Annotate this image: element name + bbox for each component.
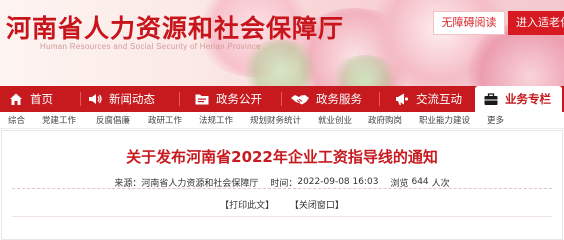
nav-label: 政务公开: [216, 92, 262, 106]
subnav-item-more[interactable]: 更多: [487, 114, 511, 126]
source-value: 河南省人力资源和社会保障厅: [141, 178, 259, 189]
subnav-item-planning-finance[interactable]: 规划财务统计: [250, 114, 318, 126]
briefcase-icon: [483, 91, 499, 107]
views-label: 浏览: [390, 178, 409, 189]
views-unit: 人次: [431, 178, 450, 189]
print-button[interactable]: 【打印此文】: [220, 201, 274, 211]
source-label: 来源：: [114, 178, 142, 189]
nav-item-services[interactable]: 政务服务: [282, 86, 379, 112]
handshake-icon: [290, 91, 310, 107]
speaker-icon: [87, 91, 103, 107]
accessibility-button[interactable]: 无障碍阅读: [433, 11, 505, 35]
site-title[interactable]: 河南省人力资源和社会保障厅: [6, 9, 344, 45]
nav-label: 政务服务: [316, 92, 362, 106]
site-subtitle: Human Resources and Social Security of H…: [40, 42, 261, 51]
nav-item-interaction[interactable]: 交流互动: [380, 86, 475, 112]
close-window-button[interactable]: 【关闭窗口】: [290, 201, 344, 211]
home-icon: [8, 91, 24, 107]
subnav-item-employment[interactable]: 就业创业: [318, 114, 368, 126]
nav-item-government-affairs[interactable]: 政务公开: [180, 86, 281, 112]
nav-label: 交流互动: [416, 92, 462, 106]
nav-item-home[interactable]: 首页: [0, 86, 80, 112]
subnav-item-policy-research[interactable]: 政研工作: [148, 114, 199, 126]
subnav-item-vocational[interactable]: 职业能力建设: [419, 114, 487, 126]
header-banner: 河南省人力资源和社会保障厅 Human Resources and Social…: [0, 0, 564, 86]
article-tools: 【打印此文】 【关闭窗口】: [0, 198, 564, 211]
time-label: 时间：: [270, 178, 298, 189]
megaphone-icon: [394, 91, 410, 107]
subnav-item-party-building[interactable]: 党建工作: [42, 114, 96, 126]
content-divider: [12, 216, 552, 217]
subnav-item-gov-purchase[interactable]: 政府购岗: [368, 114, 419, 126]
nav-label: 业务专栏: [505, 92, 551, 106]
main-nav: 首页 新闻动态 政务公开 政务服务 交流互动 业务专栏: [0, 86, 564, 112]
nav-label: 首页: [30, 92, 53, 106]
subnav-item-anti-corruption[interactable]: 反腐倡廉: [96, 114, 148, 126]
nav-item-business-column[interactable]: 业务专栏: [475, 86, 562, 112]
views-count: 644: [411, 177, 429, 187]
article-title: 关于发布河南省2022年企业工资指导线的通知: [126, 148, 438, 166]
nav-item-news[interactable]: 新闻动态: [81, 86, 179, 112]
sub-nav: 综合 党建工作 反腐倡廉 政研工作 法规工作 规划财务统计 就业创业 政府购岗 …: [0, 112, 564, 129]
time-value: 2022-09-08 16:03: [297, 177, 379, 187]
subnav-item-general[interactable]: 综合: [8, 114, 42, 126]
folder-icon: [194, 91, 210, 107]
subnav-item-regulations[interactable]: 法规工作: [199, 114, 250, 126]
meta-divider: [12, 188, 552, 189]
elder-mode-button[interactable]: 进入适老化: [508, 11, 564, 35]
nav-label: 新闻动态: [109, 92, 155, 106]
